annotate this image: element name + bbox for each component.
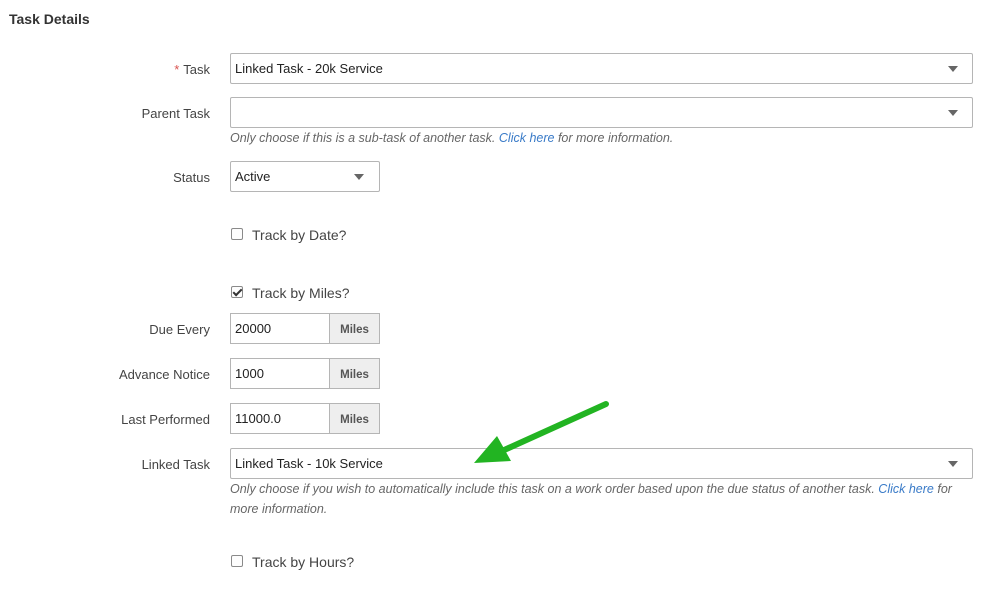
chevron-down-icon — [354, 174, 364, 180]
track-by-miles-label: Track by Miles? — [252, 285, 350, 301]
advance-notice-value: 1000 — [235, 366, 264, 381]
parent-task-select[interactable] — [230, 97, 973, 128]
advance-notice-group: 1000 Miles — [230, 358, 380, 389]
chevron-down-icon — [948, 110, 958, 116]
track-by-date-checkbox[interactable] — [231, 228, 243, 240]
task-label-text: Task — [183, 62, 210, 77]
parent-task-help-link[interactable]: Click here — [499, 131, 555, 145]
status-label: Status — [173, 170, 210, 185]
last-performed-unit: Miles — [329, 403, 380, 434]
track-by-hours-checkbox[interactable] — [231, 555, 243, 567]
last-performed-value: 11000.0 — [235, 411, 282, 426]
due-every-group: 20000 Miles — [230, 313, 380, 344]
linked-task-label: Linked Task — [141, 457, 210, 472]
task-label: * Task — [174, 62, 210, 77]
due-every-value: 20000 — [235, 321, 272, 336]
due-every-label: Due Every — [149, 322, 210, 337]
status-select-value: Active — [235, 169, 271, 184]
last-performed-unit-text: Miles — [340, 414, 369, 426]
advance-notice-label: Advance Notice — [118, 367, 210, 382]
track-by-miles-checkbox[interactable] — [231, 286, 243, 298]
linked-task-help-link[interactable]: Click here — [878, 482, 934, 496]
advance-notice-unit: Miles — [329, 358, 380, 389]
due-every-input[interactable]: 20000 — [230, 313, 330, 344]
required-marker: * — [174, 62, 180, 77]
status-select[interactable]: Active — [230, 161, 380, 192]
parent-task-help-text: Only choose if this is a sub-task of ano… — [230, 131, 496, 145]
chevron-down-icon — [948, 66, 958, 72]
parent-task-label: Parent Task — [141, 106, 210, 121]
advance-notice-unit-text: Miles — [340, 369, 369, 381]
linked-task-select[interactable]: Linked Task - 10k Service — [230, 448, 973, 479]
last-performed-input[interactable]: 11000.0 — [230, 403, 330, 434]
section-title: Task Details — [9, 11, 90, 27]
parent-task-help-text-after: for more information. — [557, 131, 674, 145]
task-select[interactable]: Linked Task - 20k Service — [230, 53, 973, 84]
last-performed-label: Last Performed — [121, 412, 210, 427]
due-every-unit: Miles — [329, 313, 380, 344]
linked-task-help: Only choose if you wish to automatically… — [230, 479, 975, 519]
track-by-hours-label: Track by Hours? — [252, 554, 355, 570]
chevron-down-icon — [948, 461, 958, 467]
task-select-value: Linked Task - 20k Service — [235, 61, 383, 76]
advance-notice-input[interactable]: 1000 — [230, 358, 330, 389]
last-performed-group: 11000.0 Miles — [230, 403, 380, 434]
track-by-date-label: Track by Date? — [252, 227, 347, 243]
linked-task-help-text: Only choose if you wish to automatically… — [230, 482, 875, 496]
parent-task-help: Only choose if this is a sub-task of ano… — [230, 128, 673, 148]
due-every-unit-text: Miles — [340, 324, 369, 336]
linked-task-select-value: Linked Task - 10k Service — [235, 456, 383, 471]
